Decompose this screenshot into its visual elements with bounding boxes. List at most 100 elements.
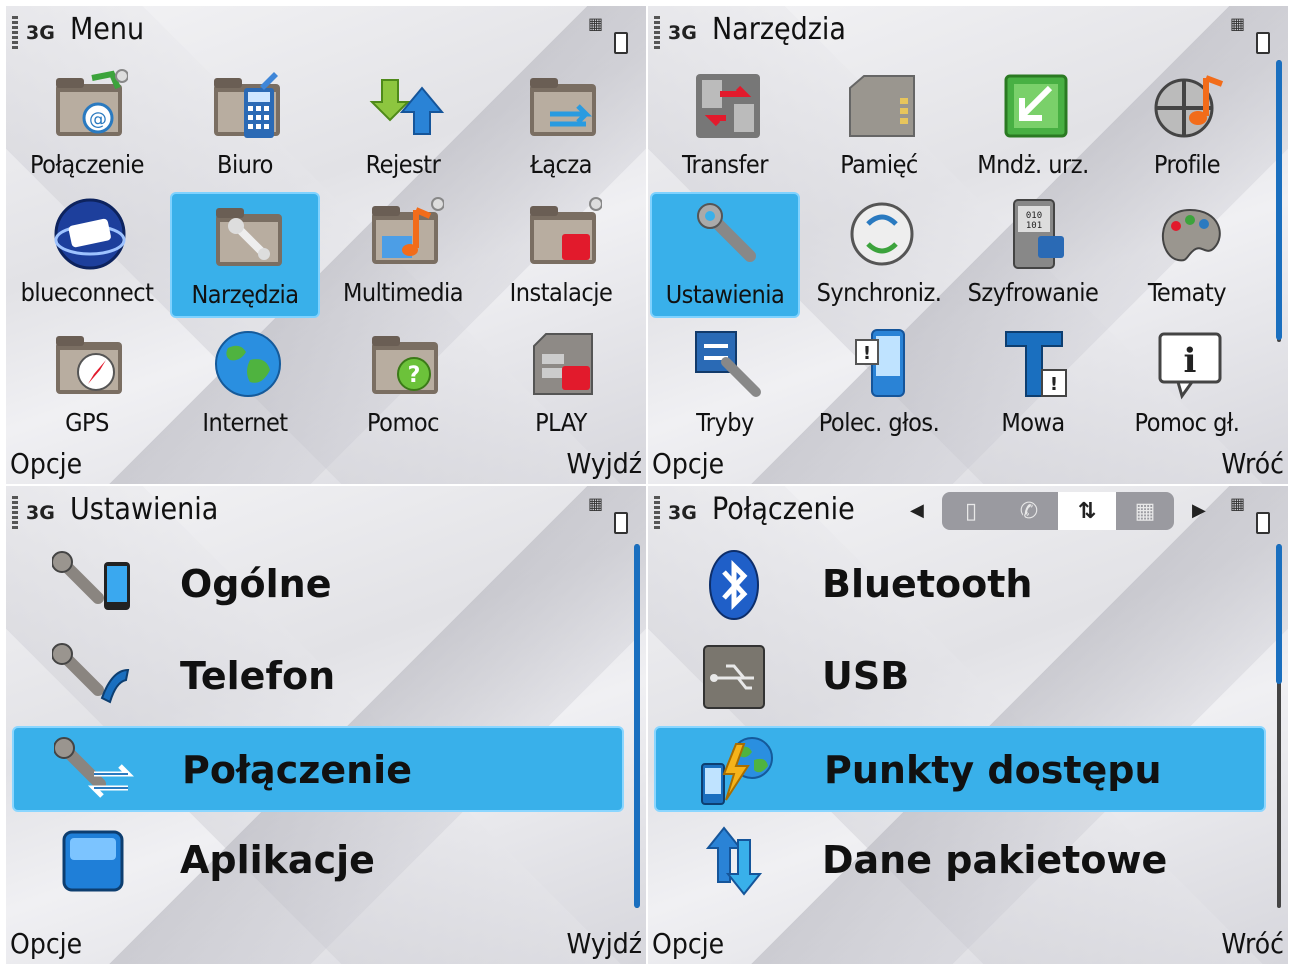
active-apps-icon: ▦ [588, 14, 604, 33]
softkey-bar: Opcje Wyjdź [6, 924, 646, 964]
tools-item-synchroniz[interactable]: Synchroniz. [804, 192, 954, 318]
settings-item-ogolne[interactable]: Ogólne [12, 542, 624, 628]
softkey-bar: Opcje Wyjdź [6, 444, 646, 484]
wrench-arrows-icon [54, 734, 134, 808]
connection-screen: 3G Połączenie ◀ ▯ ✆ ⇅ ▦ ▶ ▦ Bluetooth US… [648, 486, 1288, 964]
connection-item-dane-pakietowe[interactable]: Dane pakietowe [654, 818, 1266, 904]
menu-item-play[interactable]: PLAY [486, 322, 636, 448]
menu-item-biuro[interactable]: Biuro [170, 64, 320, 190]
tools-item-label: Mndż. urz. [977, 150, 1089, 179]
scrollbar-thumb[interactable] [1276, 544, 1282, 684]
tools-item-pamiec[interactable]: Pamięć [804, 64, 954, 190]
menu-screen: 3G Menu ▦ @ Połączenie Biuro Rejestr Łąc… [6, 6, 646, 484]
apps-tab-icon: ▦ [1134, 498, 1156, 524]
tools-item-label: Tematy [1147, 278, 1227, 307]
menu-item-polaczenie[interactable]: @ Połączenie [12, 64, 162, 190]
active-apps-icon: ▦ [588, 494, 604, 513]
tools-item-polec-glos[interactable]: ! Polec. głos. [804, 322, 954, 448]
tools-item-szyfrowanie[interactable]: 010 101 Szyfrowanie [958, 192, 1108, 318]
tab-connection[interactable]: ⇅ [1058, 492, 1116, 530]
tools-item-label: Pomoc gł. [1134, 408, 1240, 437]
tools-item-pomoc-gl[interactable]: i Pomoc gł. [1112, 322, 1262, 448]
tab-left-arrow-icon[interactable]: ◀ [910, 500, 924, 521]
wrench-handset-icon [52, 640, 132, 714]
left-softkey-options[interactable]: Opcje [10, 447, 82, 480]
status-icons: ▦ [588, 494, 628, 534]
tools-item-tematy[interactable]: Tematy [1112, 192, 1262, 318]
menu-item-narzedzia[interactable]: Narzędzia [170, 192, 320, 318]
memory-card-icon [844, 68, 920, 144]
tools-item-label: Polec. głos. [818, 408, 940, 437]
screen-title: Połączenie [712, 492, 855, 527]
settings-item-polaczenie[interactable]: Połączenie [12, 726, 624, 812]
menu-item-label: GPS [65, 408, 109, 437]
access-point-icon [696, 734, 776, 808]
log-arrows-icon [368, 68, 444, 144]
menu-item-label: Narzędzia [191, 280, 299, 309]
menu-item-gps[interactable]: GPS [12, 322, 162, 448]
scrollbar-thumb[interactable] [634, 544, 640, 908]
tools-item-tryby[interactable]: Tryby [650, 322, 800, 448]
settings-item-label: Aplikacje [180, 838, 375, 882]
menu-item-label: Połączenie [30, 150, 144, 179]
tab-call[interactable]: ✆ [1000, 492, 1058, 530]
screen-title: Menu [70, 12, 145, 47]
svg-text:101: 101 [1026, 221, 1042, 231]
right-softkey-back[interactable]: Wróć [1221, 927, 1284, 960]
connection-item-usb[interactable]: USB [654, 634, 1266, 720]
softkey-bar: Opcje Wróć [648, 924, 1288, 964]
settings-screen: 3G Ustawienia ▦ Ogólne Telefon Połączeni… [6, 486, 646, 964]
device-manager-icon [998, 68, 1074, 144]
left-softkey-options[interactable]: Opcje [652, 447, 724, 480]
tools-item-label: Pamięć [840, 150, 918, 179]
tab-right-arrow-icon[interactable]: ▶ [1192, 500, 1206, 521]
left-softkey-options[interactable]: Opcje [10, 927, 82, 960]
right-softkey-exit[interactable]: Wyjdź [566, 447, 642, 480]
right-softkey-exit[interactable]: Wyjdź [566, 927, 642, 960]
menu-item-internet[interactable]: Internet [170, 322, 320, 448]
globe-icon [210, 326, 286, 402]
scrollbar-thumb[interactable] [1276, 60, 1282, 340]
tools-item-ustawienia[interactable]: Ustawienia [650, 192, 800, 318]
tools-item-profile[interactable]: Profile [1112, 64, 1262, 190]
menu-item-label: Biuro [217, 150, 273, 179]
menu-item-pomoc[interactable]: ? Pomoc [328, 322, 478, 448]
status-icons: ▦ [1230, 16, 1270, 54]
menu-item-blueconnect[interactable]: blueconnect [12, 192, 162, 318]
wrench-icon [692, 198, 768, 274]
encryption-icon: 010 101 [998, 196, 1074, 272]
palette-icon [1152, 196, 1228, 272]
softkey-bar: Opcje Wróć [648, 444, 1288, 484]
menu-item-rejestr[interactable]: Rejestr [328, 64, 478, 190]
connection-item-punkty-dostepu[interactable]: Punkty dostępu [654, 726, 1266, 812]
signal-strength-icon [654, 496, 660, 530]
call-tab-icon: ✆ [1019, 498, 1039, 524]
tools-item-transfer[interactable]: Transfer [650, 64, 800, 190]
sim-card-icon [526, 326, 602, 402]
speech-icon: ! [998, 326, 1074, 402]
tab-phone[interactable]: ▯ [942, 492, 1000, 530]
modes-icon [690, 326, 766, 402]
left-softkey-options[interactable]: Opcje [652, 927, 724, 960]
right-softkey-back[interactable]: Wróć [1221, 447, 1284, 480]
settings-item-aplikacje[interactable]: Aplikacje [12, 818, 624, 904]
svg-text:i: i [1184, 341, 1197, 381]
settings-item-telefon[interactable]: Telefon [12, 634, 624, 720]
tab-apps[interactable]: ▦ [1116, 492, 1174, 530]
svg-text:010: 010 [1026, 211, 1042, 221]
tools-item-mowa[interactable]: ! Mowa [958, 322, 1108, 448]
connection-item-label: Punkty dostępu [824, 748, 1162, 792]
connection-item-label: USB [822, 654, 910, 698]
screen-title: Narzędzia [712, 12, 846, 47]
info-icon: i [1152, 326, 1228, 402]
connection-item-bluetooth[interactable]: Bluetooth [654, 542, 1266, 628]
settings-item-label: Połączenie [182, 748, 412, 792]
menu-item-instalacje[interactable]: Instalacje [486, 192, 636, 318]
usb-icon [694, 640, 774, 714]
tools-item-label: Tryby [696, 408, 754, 437]
tools-item-mndz-urz[interactable]: Mndż. urz. [958, 64, 1108, 190]
menu-item-multimedia[interactable]: Multimedia [328, 192, 478, 318]
folder-music-icon [368, 196, 444, 272]
menu-item-lacza[interactable]: Łącza [486, 64, 636, 190]
blueconnect-logo-icon [52, 196, 128, 272]
